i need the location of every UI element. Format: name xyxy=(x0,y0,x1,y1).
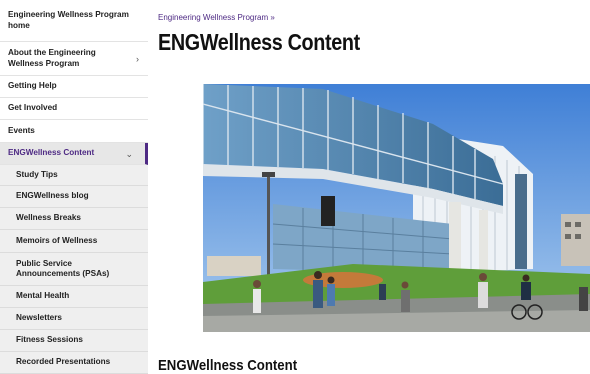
sidebar-item-label: Fitness Sessions xyxy=(16,335,83,345)
sidebar-item-engwellness-content[interactable]: ENGWellness Content ⌄ xyxy=(0,143,148,165)
chevron-right-icon[interactable]: › xyxy=(136,53,139,64)
sidebar-item-psas[interactable]: Public Service Announcements (PSAs) xyxy=(0,253,148,286)
sidebar-item-engwellness-blog[interactable]: ENGWellness blog xyxy=(0,186,148,208)
sidebar-item-getting-help[interactable]: Getting Help xyxy=(0,76,148,98)
sidebar-item-label: Mental Health xyxy=(16,291,70,301)
sidebar-item-fitness-sessions[interactable]: Fitness Sessions xyxy=(0,330,148,352)
sidebar-item-mental-health[interactable]: Mental Health xyxy=(0,286,148,308)
sidebar-item-label: Engineering Wellness Program home xyxy=(8,10,129,30)
sidebar-item-newsletters[interactable]: Newsletters xyxy=(0,308,148,330)
sidebar-item-label: Public Service Announcements (PSAs) xyxy=(16,258,110,279)
sidebar-item-label: Study Tips xyxy=(16,169,58,179)
sidebar-item-label: ENGWellness blog xyxy=(16,191,89,201)
hero-photo xyxy=(203,84,590,332)
sidebar-item-label: About the Engineering Wellness Program xyxy=(8,48,96,68)
sidebar-nav: Engineering Wellness Program home About … xyxy=(0,0,148,374)
sidebar-item-memoirs-of-wellness[interactable]: Memoirs of Wellness xyxy=(0,230,148,253)
sidebar-item-about[interactable]: About the Engineering Wellness Program › xyxy=(0,42,148,76)
page-title: ENGWellness Content xyxy=(158,29,360,55)
section-title: ENGWellness Content xyxy=(158,357,298,374)
sidebar-item-wellness-breaks[interactable]: Wellness Breaks xyxy=(0,208,148,230)
sidebar-item-label: Recorded Presentations xyxy=(16,357,111,367)
main-content: Engineering Wellness Program » ENGWellne… xyxy=(158,0,590,374)
sidebar-item-events[interactable]: Events xyxy=(0,120,148,143)
sidebar-item-label: Newsletters xyxy=(16,313,62,323)
breadcrumb[interactable]: Engineering Wellness Program » xyxy=(158,13,275,22)
sidebar-item-label: Events xyxy=(8,125,35,135)
sidebar-item-study-tips[interactable]: Study Tips xyxy=(0,165,148,186)
sidebar-item-recorded-presentations[interactable]: Recorded Presentations xyxy=(0,352,148,374)
sidebar-item-get-involved[interactable]: Get Involved xyxy=(0,98,148,120)
sidebar-item-label: Get Involved xyxy=(8,103,58,113)
sidebar-item-label: Wellness Breaks xyxy=(16,213,81,223)
sidebar-item-label: Getting Help xyxy=(8,81,57,91)
sidebar-item-label: ENGWellness Content xyxy=(8,148,95,158)
sidebar-item-label: Memoirs of Wellness xyxy=(16,235,98,245)
chevron-down-icon[interactable]: ⌄ xyxy=(125,148,133,159)
sidebar-item-program-home[interactable]: Engineering Wellness Program home xyxy=(0,0,148,42)
